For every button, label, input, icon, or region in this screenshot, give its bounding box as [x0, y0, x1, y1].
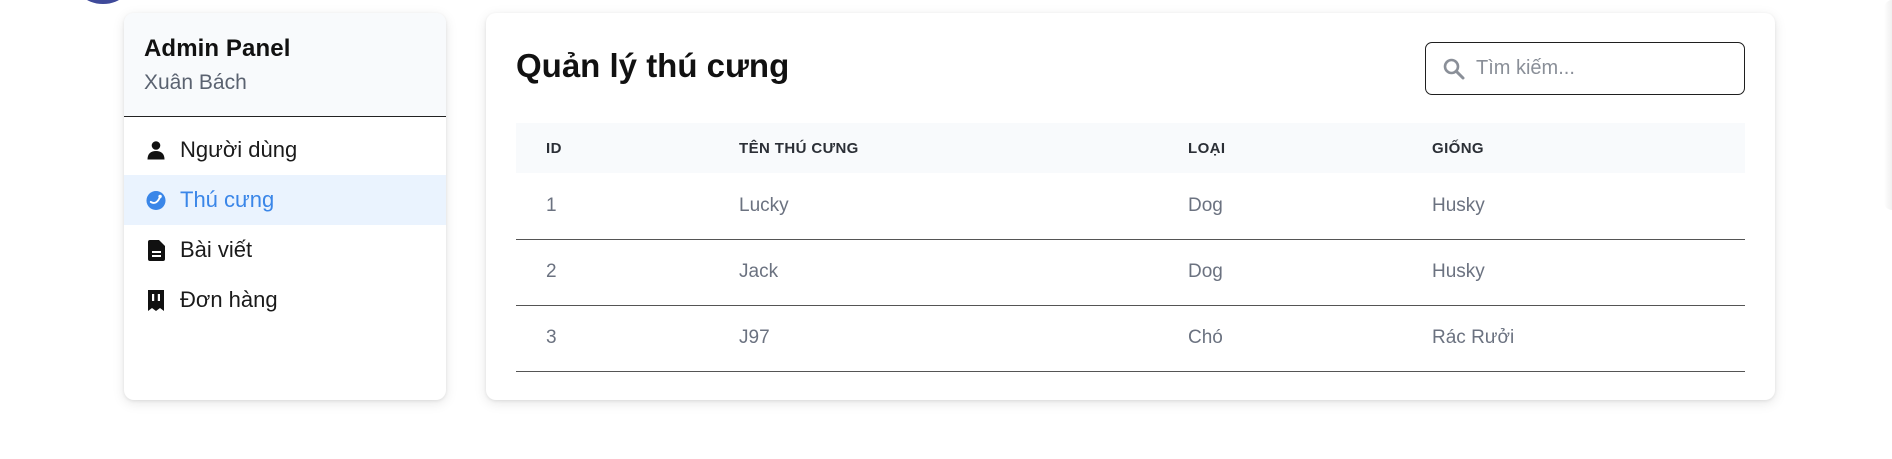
table-row[interactable]: 2 Jack Dog Husky [516, 239, 1745, 305]
cell-name: J97 [739, 327, 770, 348]
app-title: Admin Panel [144, 35, 291, 62]
page: Admin Panel Xuân Bách Người dùng Thú cưn… [0, 0, 1892, 459]
main-panel: Quản lý thú cưng ID TÊN THÚ CƯNG LOẠI GI… [486, 13, 1775, 400]
document-icon [146, 239, 166, 261]
cell-type: Chó [1188, 327, 1223, 348]
avatar [70, 0, 136, 4]
cell-breed: Husky [1432, 261, 1485, 282]
column-header-type[interactable]: LOẠI [1158, 123, 1402, 173]
cell-id: 1 [546, 194, 557, 216]
search-box[interactable] [1425, 42, 1745, 95]
cell-type: Dog [1188, 261, 1223, 282]
pet-icon [146, 189, 166, 211]
table-header-row: ID TÊN THÚ CƯNG LOẠI GIỐNG [516, 123, 1745, 173]
column-header-breed[interactable]: GIỐNG [1402, 123, 1745, 173]
cell-id: 3 [546, 327, 557, 348]
table-row[interactable]: 3 J97 Chó Rác Rưởi [516, 305, 1745, 371]
edge-shadow [1884, 0, 1892, 210]
sidebar-item-label: Đơn hàng [180, 287, 278, 312]
sidebar-nav: Người dùng Thú cưng Bài viết Đơn hàng [124, 117, 446, 325]
sidebar-item-posts[interactable]: Bài viết [124, 225, 446, 275]
receipt-icon [146, 289, 166, 311]
cell-name: Lucky [739, 194, 789, 216]
sidebar-item-users[interactable]: Người dùng [124, 125, 446, 175]
cell-type: Dog [1188, 194, 1223, 216]
sidebar: Admin Panel Xuân Bách Người dùng Thú cưn… [124, 13, 446, 400]
column-header-name[interactable]: TÊN THÚ CƯNG [709, 123, 1158, 173]
sidebar-item-label: Bài viết [180, 237, 253, 262]
user-name: Xuân Bách [144, 71, 247, 94]
page-title: Quản lý thú cưng [516, 47, 790, 84]
search-input[interactable] [1476, 57, 1726, 80]
cell-breed: Rác Rưởi [1432, 327, 1515, 348]
column-header-id[interactable]: ID [516, 123, 709, 173]
sidebar-header: Admin Panel Xuân Bách [124, 13, 446, 117]
pets-table: ID TÊN THÚ CƯNG LOẠI GIỐNG 1 Lucky Dog H… [516, 123, 1745, 372]
sidebar-item-label: Người dùng [180, 137, 298, 162]
cell-id: 2 [546, 261, 557, 282]
user-icon [146, 139, 166, 161]
sidebar-item-label: Thú cưng [180, 187, 275, 212]
cell-name: Jack [739, 261, 779, 282]
sidebar-item-orders[interactable]: Đơn hàng [124, 275, 446, 325]
cell-breed: Husky [1432, 194, 1485, 216]
sidebar-item-pets[interactable]: Thú cưng [124, 175, 446, 225]
search-icon [1442, 57, 1466, 81]
table-row[interactable]: 1 Lucky Dog Husky [516, 173, 1745, 239]
